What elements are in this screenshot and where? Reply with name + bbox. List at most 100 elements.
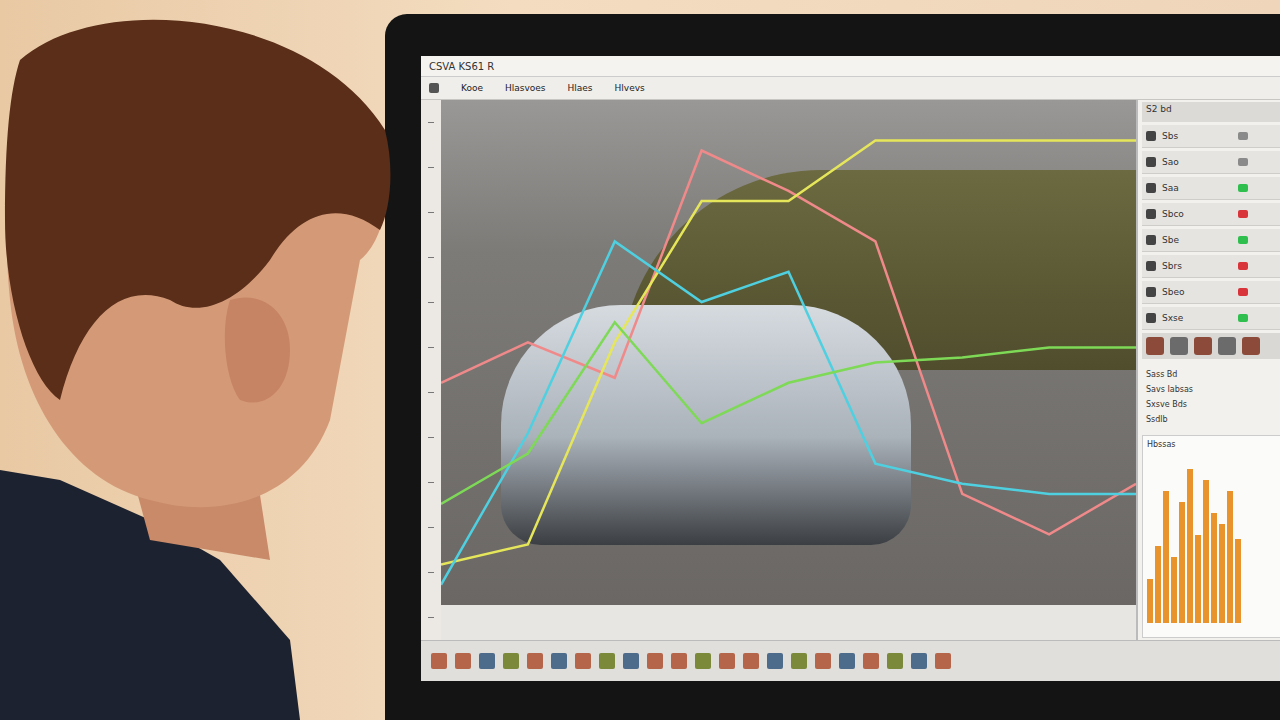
window-title: CSVA KS61 R [429, 61, 494, 72]
graph-bar [1235, 539, 1241, 623]
ruler-tick [428, 167, 434, 168]
panel-header: S2 bd [1142, 102, 1280, 122]
status-indicator [1238, 184, 1248, 192]
status-indicator [1238, 158, 1248, 166]
photo-scene: CSVA KS61 R Kooe Hlasvoes Hlaes Hlvevs S2 b… [0, 0, 1280, 720]
panel-row[interactable]: Sbrs [1142, 255, 1280, 278]
title-bar: CSVA KS61 R [421, 56, 1280, 77]
panel-row[interactable]: Sbe [1142, 229, 1280, 252]
timeline-frame[interactable] [599, 653, 615, 669]
timeline-frame[interactable] [551, 653, 567, 669]
menu-item[interactable]: Kooe [461, 83, 483, 93]
timeline-frame[interactable] [455, 653, 471, 669]
thumbnail[interactable] [1194, 337, 1212, 355]
property-label: Sxsve Bds [1146, 400, 1280, 409]
ruler-tick [428, 392, 434, 393]
panel-row[interactable]: Saa [1142, 177, 1280, 200]
timeline-frame[interactable] [791, 653, 807, 669]
timeline-frame[interactable] [527, 653, 543, 669]
video-viewer[interactable] [441, 100, 1136, 605]
ruler-tick [428, 437, 434, 438]
graph-bar [1195, 535, 1201, 623]
person-figure [0, 0, 400, 720]
graph-bar [1179, 502, 1185, 623]
status-indicator [1238, 132, 1248, 140]
chart-line [441, 140, 1136, 564]
status-indicator [1238, 236, 1248, 244]
graph-title: Hbssas [1147, 440, 1280, 449]
timeline-frame[interactable] [479, 653, 495, 669]
graph-panel: Hbssas [1142, 435, 1280, 638]
side-panel: S2 bd Sbs Sao Saa Sbco Sbe Sbrs Sbeo Sxs… [1136, 100, 1280, 640]
timeline-frame[interactable] [767, 653, 783, 669]
workspace: S2 bd Sbs Sao Saa Sbco Sbe Sbrs Sbeo Sxs… [421, 100, 1280, 640]
timeline-frame[interactable] [743, 653, 759, 669]
ruler-tick [428, 257, 434, 258]
graph-bar [1171, 557, 1177, 623]
timeline-frame[interactable] [911, 653, 927, 669]
properties: Sass BdSavs IabsasSxsve BdsSsdlb [1142, 362, 1280, 432]
layer-icon [1146, 261, 1156, 271]
layer-icon [1146, 183, 1156, 193]
graph-bar [1147, 579, 1153, 623]
timeline-frame[interactable] [503, 653, 519, 669]
timeline [421, 640, 1280, 681]
timeline-frame[interactable] [623, 653, 639, 669]
editor-window: CSVA KS61 R Kooe Hlasvoes Hlaes Hlvevs S2 b… [421, 56, 1280, 681]
graph-bar [1163, 491, 1169, 623]
menu-item[interactable]: Hlvevs [615, 83, 645, 93]
ruler-tick [428, 212, 434, 213]
ruler-tick [428, 302, 434, 303]
ruler-tick [428, 527, 434, 528]
property-label: Sass Bd [1146, 370, 1280, 379]
layer-icon [1146, 209, 1156, 219]
layer-icon [1146, 157, 1156, 167]
ruler-tick [428, 617, 434, 618]
panel-row[interactable]: Sao [1142, 151, 1280, 174]
property-label: Ssdlb [1146, 415, 1280, 424]
timeline-frame[interactable] [431, 653, 447, 669]
graph-bar [1227, 491, 1233, 623]
layer-icon [1146, 287, 1156, 297]
thumbnail-strip [1142, 333, 1280, 359]
thumbnail[interactable] [1218, 337, 1236, 355]
panel-row[interactable]: Sbco [1142, 203, 1280, 226]
graph-bar [1187, 469, 1193, 623]
timeline-frame[interactable] [671, 653, 687, 669]
timeline-frame[interactable] [647, 653, 663, 669]
menu-item[interactable]: Hlasvoes [505, 83, 546, 93]
panel-row[interactable]: Sbs [1142, 125, 1280, 148]
panel-row[interactable]: Sxse [1142, 307, 1280, 330]
timeline-frame[interactable] [695, 653, 711, 669]
layer-icon [1146, 131, 1156, 141]
status-indicator [1238, 288, 1248, 296]
layer-icon [1146, 313, 1156, 323]
graph-bar [1155, 546, 1161, 623]
graph-bar [1203, 480, 1209, 623]
timeline-frame[interactable] [575, 653, 591, 669]
monitor: CSVA KS61 R Kooe Hlasvoes Hlaes Hlvevs S2 b… [385, 14, 1280, 720]
thumbnail[interactable] [1170, 337, 1188, 355]
level-graph [1147, 449, 1267, 633]
timeline-frame[interactable] [815, 653, 831, 669]
ruler [421, 100, 441, 640]
ruler-tick [428, 347, 434, 348]
status-indicator [1238, 210, 1248, 218]
timeline-frame[interactable] [935, 653, 951, 669]
chart-line [441, 241, 1136, 584]
timeline-frame[interactable] [863, 653, 879, 669]
ruler-tick [428, 482, 434, 483]
car-shape [501, 305, 911, 545]
thumbnail[interactable] [1242, 337, 1260, 355]
menu-bar: Kooe Hlasvoes Hlaes Hlvevs [421, 77, 1280, 100]
panel-row[interactable]: Sbeo [1142, 281, 1280, 304]
thumbnail[interactable] [1146, 337, 1164, 355]
timeline-frame[interactable] [839, 653, 855, 669]
timeline-frame[interactable] [887, 653, 903, 669]
ruler-tick [428, 572, 434, 573]
curve-chart [441, 100, 1136, 605]
timeline-frame[interactable] [719, 653, 735, 669]
ruler-tick [428, 122, 434, 123]
menu-item[interactable]: Hlaes [568, 83, 593, 93]
graph-bar [1219, 524, 1225, 623]
